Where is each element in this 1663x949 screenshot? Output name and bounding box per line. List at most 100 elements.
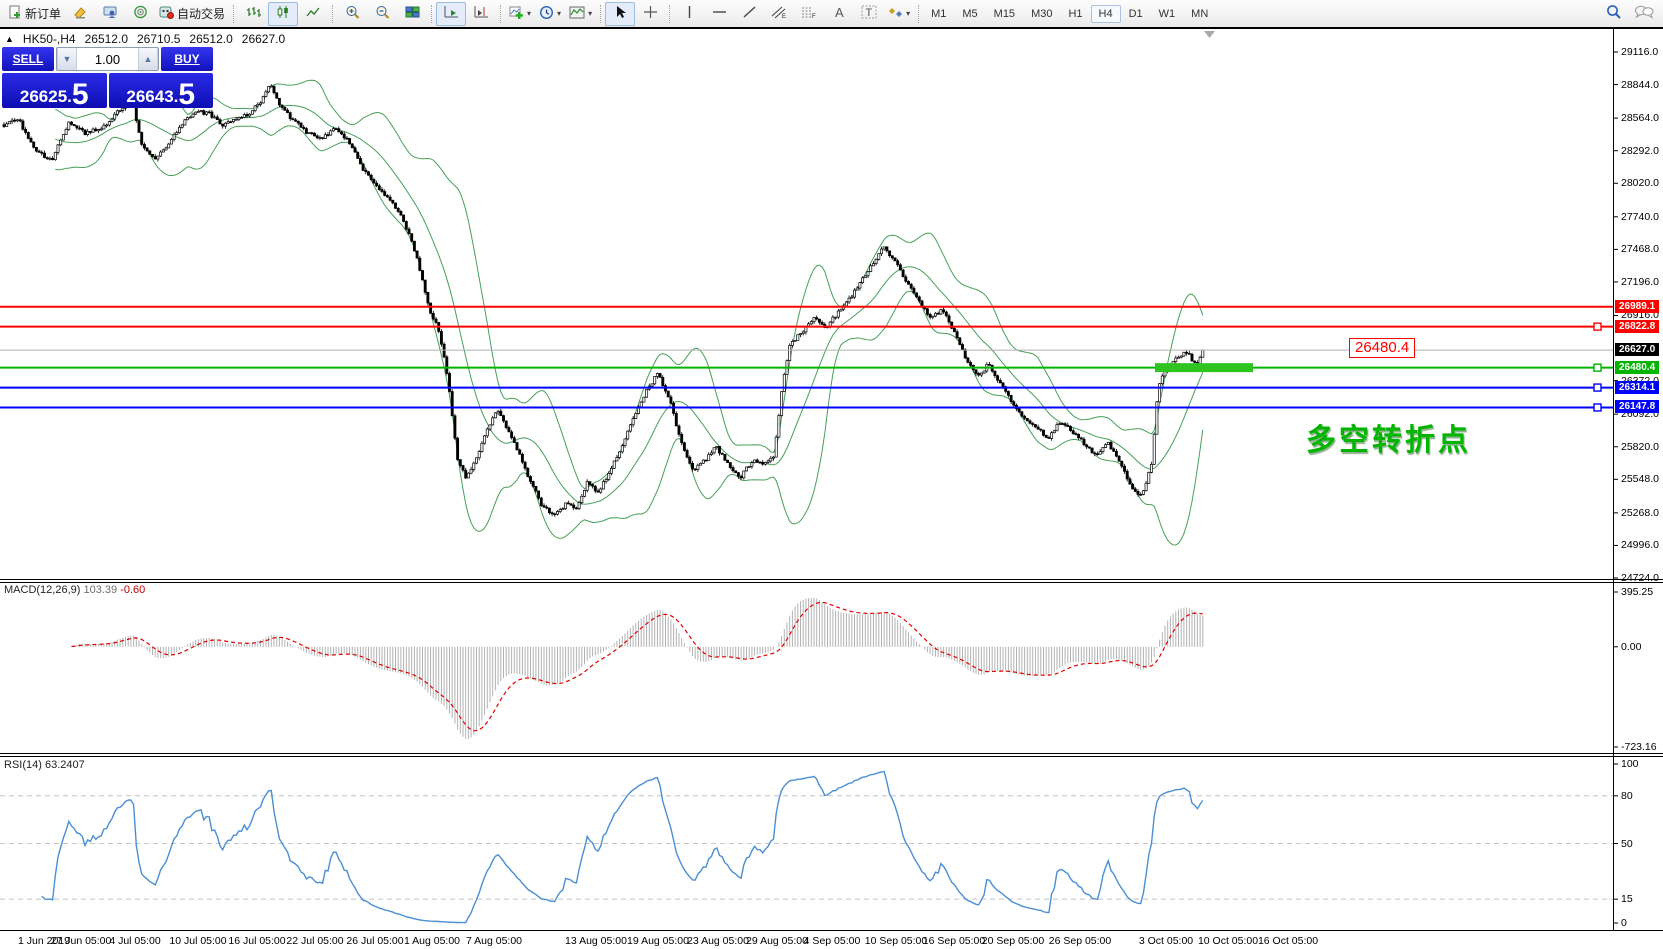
tile-windows-button[interactable]: [397, 2, 427, 26]
toolbar-separator: [669, 5, 670, 23]
line-handle[interactable]: [1594, 323, 1601, 330]
trendline-button[interactable]: [734, 2, 764, 26]
channel-icon: E: [771, 5, 787, 22]
indicators-button[interactable]: ▾: [505, 2, 535, 26]
terminal-button[interactable]: [95, 2, 125, 26]
cursor-button[interactable]: [605, 2, 635, 26]
timeframe-button-m1[interactable]: M1: [923, 5, 954, 23]
toolbar-separator: [918, 5, 919, 23]
toolbar-separator: [431, 5, 432, 23]
timeframe-button-h4[interactable]: H4: [1091, 5, 1121, 23]
signals-icon: [133, 5, 148, 22]
autoscroll-icon: [444, 5, 459, 22]
autotrade-button[interactable]: 自动交易: [155, 2, 229, 26]
chart-ohlc-header: ▲ HK50-,H4 26512.0 26710.5 26512.0 26627…: [5, 32, 285, 46]
fibonacci-icon: F: [801, 5, 817, 22]
periods-icon: [539, 5, 554, 23]
volume-up-button[interactable]: ▲: [138, 48, 158, 70]
new-order-icon: [8, 5, 22, 22]
new-order-button[interactable]: 新订单: [4, 2, 65, 26]
toolbar-separator: [233, 5, 234, 23]
buy-price-display[interactable]: 26643 . 5: [109, 73, 214, 108]
fibonacci-button[interactable]: F: [794, 2, 824, 26]
periods-button[interactable]: ▾: [535, 2, 565, 26]
highlight-segment[interactable]: [1155, 363, 1253, 372]
chart-shift-icon: [474, 5, 489, 22]
line-handle[interactable]: [1594, 404, 1601, 411]
toolbar-separator: [600, 5, 601, 23]
ohlc-open: 26512.0: [85, 32, 128, 46]
text-label-icon: T: [861, 5, 877, 22]
mt4-terminal-window: 新订单 自动交易: [0, 0, 1663, 949]
vertical-line-icon: [684, 5, 695, 22]
toolbar-separator: [332, 5, 333, 23]
svg-text:E: E: [782, 14, 786, 19]
rsi-line: [42, 772, 1203, 923]
one-click-trading-panel: SELL ▼ 1.00 ▲ BUY 26625 . 5 26643 . 5: [2, 47, 213, 108]
zoom-out-icon: [375, 5, 390, 23]
candles: [3, 84, 1204, 517]
horizontal-line-button[interactable]: [704, 2, 734, 26]
timeframe-bar: M1M5M15M30H1H4D1W1MN: [923, 5, 1216, 23]
search-button[interactable]: [1599, 2, 1629, 26]
zoom-in-button[interactable]: [337, 2, 367, 26]
templates-icon: [569, 6, 585, 22]
timeframe-button-mn[interactable]: MN: [1183, 5, 1216, 23]
toolbar-separator: [500, 5, 501, 23]
zoom-out-button[interactable]: [367, 2, 397, 26]
sell-price-display[interactable]: 26625 . 5: [2, 73, 107, 108]
ohlc-high: 26710.5: [137, 32, 180, 46]
autoscroll-button[interactable]: [436, 2, 466, 26]
rsi-label: RSI(14) 63.2407: [4, 759, 85, 771]
crosshair-icon: [643, 5, 658, 22]
candlestick-chart-button[interactable]: [268, 2, 298, 26]
candlestick-icon: [276, 5, 291, 22]
dropdown-caret-icon: ▾: [557, 9, 561, 18]
buy-button[interactable]: BUY: [161, 47, 213, 71]
arrows-icon: [888, 5, 903, 22]
indicators-icon: [509, 5, 524, 22]
sell-button[interactable]: SELL: [2, 47, 54, 71]
volume-spinner: ▼ 1.00 ▲: [56, 47, 159, 71]
text-button[interactable]: A: [824, 2, 854, 26]
channel-button[interactable]: E: [764, 2, 794, 26]
bar-chart-icon: [246, 5, 261, 22]
dropdown-caret-icon: ▾: [906, 9, 910, 18]
line-chart-button[interactable]: [298, 2, 328, 26]
ohlc-close: 26627.0: [242, 32, 285, 46]
svg-text:A: A: [835, 5, 844, 19]
chat-icon: [1634, 4, 1654, 23]
macd-label: MACD(12,26,9) 103.39 -0.60: [4, 584, 145, 596]
crosshair-button[interactable]: [635, 2, 665, 26]
timeframe-button-m30[interactable]: M30: [1023, 5, 1060, 23]
text-label-button[interactable]: T: [854, 2, 884, 26]
search-icon: [1606, 4, 1622, 23]
chart-shift-button[interactable]: [466, 2, 496, 26]
chart-area[interactable]: [0, 0, 1663, 949]
templates-button[interactable]: ▾: [565, 2, 596, 26]
vertical-line-button[interactable]: [674, 2, 704, 26]
bar-chart-button[interactable]: [238, 2, 268, 26]
arrows-button[interactable]: ▾: [884, 2, 914, 26]
chart-shift-marker[interactable]: [1204, 31, 1215, 38]
line-handle[interactable]: [1594, 364, 1601, 371]
dropdown-caret-icon: ▾: [527, 9, 531, 18]
trendline-icon: [742, 5, 757, 22]
timeframe-button-w1[interactable]: W1: [1151, 5, 1184, 23]
zoom-in-icon: [345, 5, 360, 23]
macd-histogram: [72, 598, 1203, 739]
horizontal-line-icon: [712, 6, 727, 21]
timeframe-button-h1[interactable]: H1: [1060, 5, 1090, 23]
timeframe-button-d1[interactable]: D1: [1121, 5, 1151, 23]
signals-button[interactable]: [125, 2, 155, 26]
volume-input[interactable]: 1.00: [77, 48, 138, 70]
volume-down-button[interactable]: ▼: [57, 48, 77, 70]
timeframe-button-m15[interactable]: M15: [986, 5, 1023, 23]
dropdown-caret-icon: ▾: [588, 9, 592, 18]
timeframe-button-m5[interactable]: M5: [954, 5, 985, 23]
line-handle[interactable]: [1594, 384, 1601, 391]
editor-button[interactable]: [65, 2, 95, 26]
tile-windows-icon: [405, 5, 420, 22]
chat-button[interactable]: [1629, 2, 1659, 26]
line-chart-icon: [306, 5, 321, 22]
